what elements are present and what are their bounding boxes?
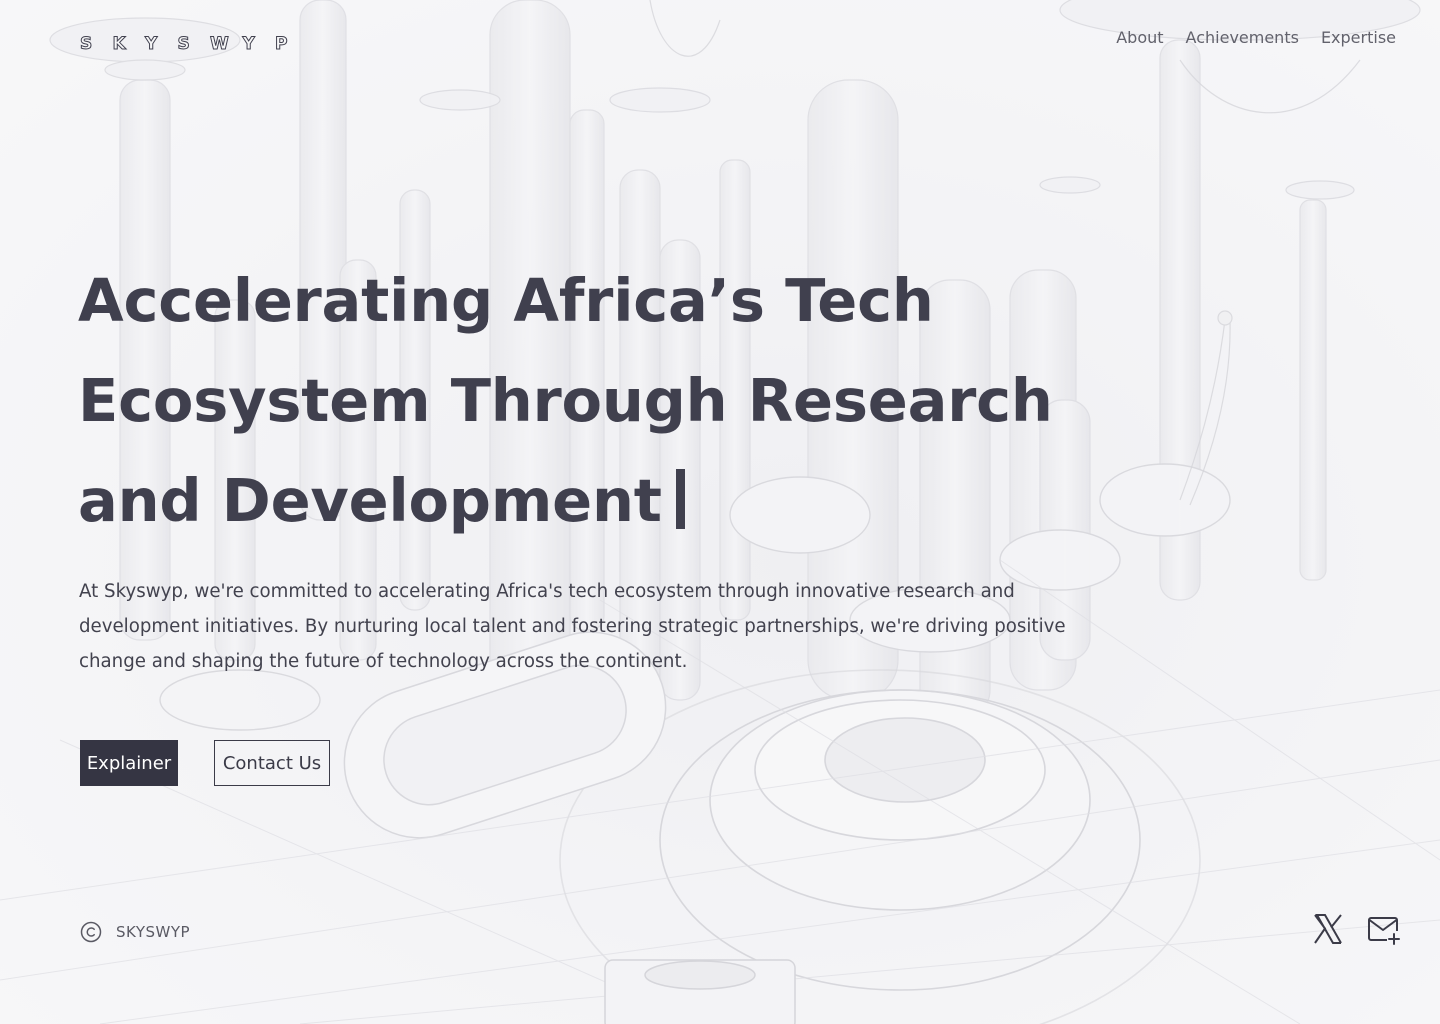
mail-plus-icon[interactable]: [1367, 915, 1401, 945]
main-nav: About Achievements Expertise: [1116, 28, 1396, 47]
typing-cursor: [675, 469, 685, 529]
hero-headline: Accelerating Africa’s Tech Ecosystem Thr…: [78, 251, 1078, 551]
site-logo[interactable]: S K Y S W Y P: [80, 34, 308, 55]
logo-letter: K: [112, 34, 126, 55]
x-icon[interactable]: [1313, 913, 1343, 945]
headline-line-2: Ecosystem Through Research: [78, 366, 1053, 435]
nav-link-about[interactable]: About: [1116, 28, 1163, 47]
nav-link-achievements[interactable]: Achievements: [1186, 28, 1299, 47]
footer-copyright: SKYSWYP: [80, 921, 190, 943]
nav-link-expertise[interactable]: Expertise: [1321, 28, 1396, 47]
logo-letter: Y: [242, 34, 255, 55]
logo-letter: S: [177, 34, 190, 55]
headline-line-1: Accelerating Africa’s Tech: [78, 266, 934, 335]
explainer-button[interactable]: Explainer: [80, 740, 178, 786]
footer-brand-name: SKYSWYP: [116, 923, 191, 941]
logo-letter: P: [275, 34, 288, 55]
contact-us-button[interactable]: Contact Us: [214, 740, 330, 786]
headline-line-3: and Development: [78, 466, 662, 535]
logo-letter: S: [80, 34, 93, 55]
landing-page: S K Y S W Y P About Achievements Experti…: [0, 0, 1440, 1024]
hero-description: At Skyswyp, we're committed to accelerat…: [79, 581, 1066, 672]
logo-letter: Y: [145, 34, 158, 55]
copyright-icon: [80, 921, 102, 943]
logo-letter: W: [210, 34, 230, 55]
